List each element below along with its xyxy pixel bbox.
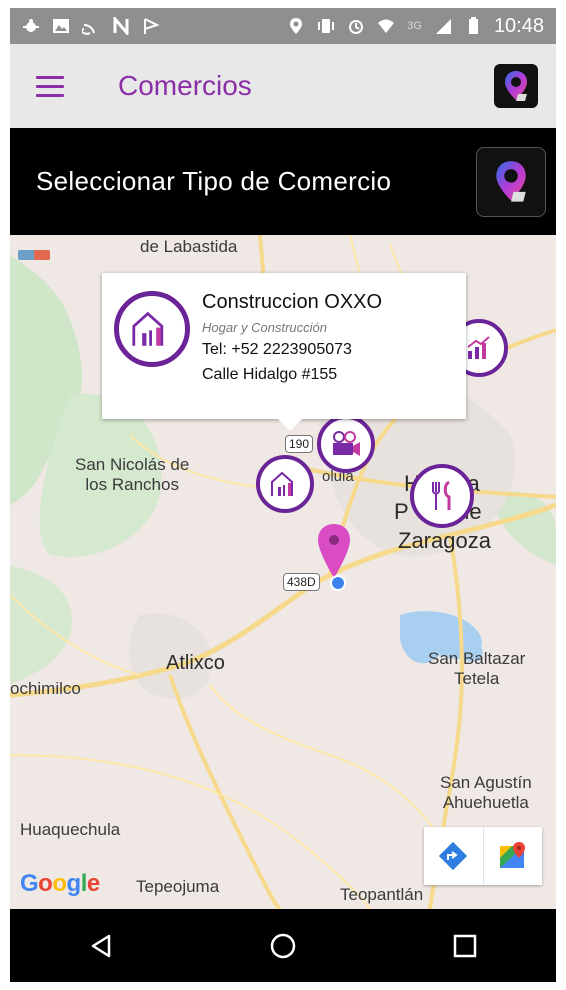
home-tools-icon xyxy=(271,471,293,496)
google-attribution: Google xyxy=(20,870,100,897)
poi-marker-construction[interactable] xyxy=(256,455,314,513)
business-category: Hogar y Construcción xyxy=(202,320,327,335)
image-icon xyxy=(53,19,69,33)
network-type: 3G xyxy=(407,20,422,32)
place-label: Atlixco xyxy=(166,652,225,674)
place-label: Huaquechula xyxy=(20,820,121,839)
poi-marker-cinema[interactable] xyxy=(317,415,375,473)
route-shield: 438D xyxy=(283,573,320,591)
directions-icon xyxy=(439,841,468,871)
place-label: Teopantlán xyxy=(340,885,424,904)
map-view[interactable]: de Labastida San Nicolás de los Ranchos … xyxy=(10,235,556,909)
place-label: Tepeojuma xyxy=(136,877,220,896)
route-shield: 190 xyxy=(285,435,314,453)
page-title: Comercios xyxy=(118,70,252,101)
directions-button[interactable] xyxy=(424,827,483,885)
place-label: San Agustín Ahuehuetla xyxy=(440,773,532,812)
flag-icon xyxy=(144,18,160,34)
open-in-maps-button[interactable] xyxy=(482,827,543,885)
cast-icon xyxy=(82,23,95,35)
status-bar: 3G 10:48 xyxy=(10,8,556,44)
app-logo-icon xyxy=(494,64,538,108)
fork-knife-icon xyxy=(432,480,451,510)
system-nav-bar xyxy=(10,909,556,982)
business-category-icon xyxy=(114,291,190,367)
alarm-icon xyxy=(349,20,364,34)
nfc-icon xyxy=(113,17,129,35)
map-toolbar xyxy=(424,827,542,885)
location-icon xyxy=(290,18,303,34)
business-phone: Tel: +52 2223905073 xyxy=(202,341,352,358)
screen: 3G 10:48 Comercios Seleccionar Tipo de C… xyxy=(10,8,556,982)
home-button[interactable] xyxy=(263,926,303,966)
recents-icon xyxy=(453,934,477,957)
recents-button[interactable] xyxy=(445,926,485,966)
place-label: ochimilco xyxy=(10,679,81,698)
place-label: Zaragoza xyxy=(398,528,491,553)
business-info-popup[interactable]: Construccion OXXO Hogar y Construcción T… xyxy=(102,273,466,431)
battery-icon xyxy=(468,17,478,34)
wifi-icon xyxy=(378,19,395,33)
app-bar: Comercios xyxy=(10,44,556,128)
selector-logo[interactable] xyxy=(476,146,546,217)
selected-location-pin-icon[interactable] xyxy=(316,522,352,582)
chart-icon xyxy=(467,336,490,359)
film-camera-icon xyxy=(333,431,360,456)
place-label: de Labastida xyxy=(140,237,238,256)
home-icon xyxy=(270,933,296,958)
back-icon xyxy=(91,934,111,957)
business-name: Construccion OXXO xyxy=(202,291,383,313)
google-maps-icon xyxy=(499,842,525,868)
back-button[interactable] xyxy=(81,926,121,966)
business-address: Calle Hidalgo #155 xyxy=(202,366,338,383)
user-location-dot xyxy=(330,575,346,591)
clock: 10:48 xyxy=(493,14,544,37)
menu-button[interactable] xyxy=(36,68,72,104)
place-label: San Baltazar Tetela xyxy=(428,649,526,688)
business-type-selector[interactable]: Seleccionar Tipo de Comercio xyxy=(10,128,556,235)
poi-marker-restaurant[interactable] xyxy=(410,464,474,528)
home-tools-icon xyxy=(132,311,164,346)
place-label: San Nicolás de los Ranchos xyxy=(75,455,190,494)
selector-label: Seleccionar Tipo de Comercio xyxy=(36,166,392,196)
signal-icon xyxy=(435,19,451,34)
vibrate-icon xyxy=(318,19,335,33)
app-logo-icon xyxy=(496,160,526,202)
bug-icon xyxy=(23,19,39,32)
